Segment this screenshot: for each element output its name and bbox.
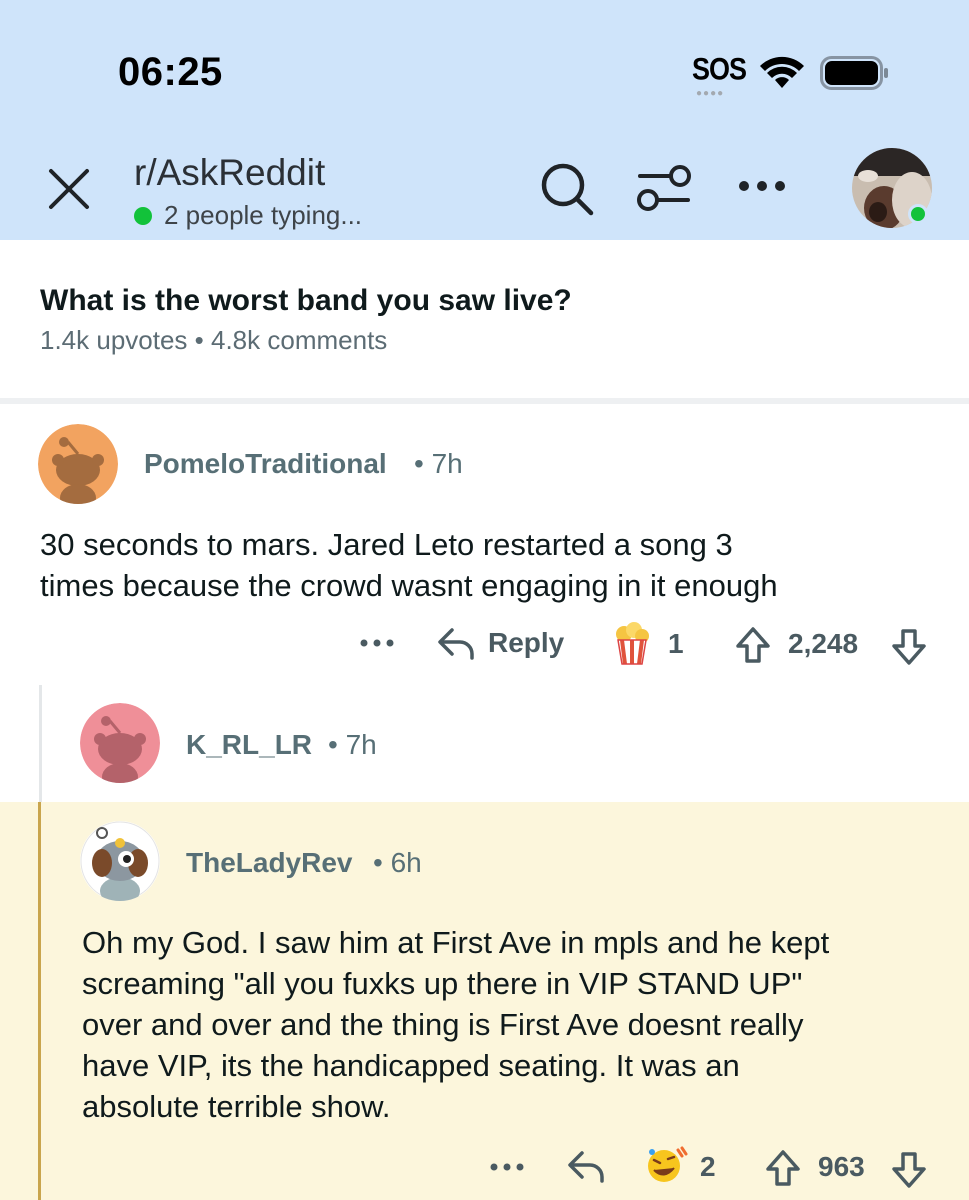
comment-time-value: 7h [345, 729, 377, 760]
more-icon[interactable] [736, 176, 788, 196]
online-status-dot [908, 204, 928, 224]
filter-icon[interactable] [636, 160, 692, 216]
comment-username[interactable]: TheLadyRev [186, 847, 353, 879]
reply-label: Reply [488, 627, 565, 658]
score: 2,248 [788, 628, 859, 659]
meta-separator: • [194, 325, 211, 355]
comment-time-value: 7h [431, 448, 463, 479]
laugh-award-icon[interactable] [644, 1144, 688, 1184]
award-count: 1 [668, 628, 684, 659]
comment-time-value: 6h [390, 847, 422, 878]
post-comments-count: 4.8k comments [211, 325, 388, 355]
comment-line: Oh my God. I saw him at First Ave in mpl… [82, 925, 830, 960]
upvote-icon[interactable] [764, 1149, 802, 1187]
sos-label: SOS [692, 51, 747, 87]
comment-username[interactable]: PomeloTraditional [144, 448, 387, 480]
comment-time: • 6h [373, 847, 422, 878]
comment-time: • 7h [414, 448, 463, 479]
status-time: 06:25 [118, 50, 223, 94]
close-icon[interactable] [46, 166, 92, 212]
battery-icon [820, 56, 888, 90]
avatar[interactable] [38, 424, 118, 504]
downvote-icon[interactable] [890, 628, 928, 666]
comment-line: times because the crowd wasnt engaging i… [40, 568, 778, 603]
avatar[interactable] [80, 821, 160, 901]
comment-line: have VIP, its the handicapped seating. I… [82, 1048, 740, 1083]
signal-dots-icon: ●●●● [696, 88, 725, 99]
avatar[interactable] [80, 703, 160, 783]
sos-indicator: SOS ●●●● [692, 51, 747, 99]
subreddit-name[interactable]: r/AskReddit [134, 152, 325, 194]
typing-indicator: 2 people typing... [134, 200, 362, 231]
post-title[interactable]: What is the worst band you saw live? [40, 284, 572, 318]
more-options-icon[interactable] [490, 1160, 524, 1174]
comment-line: 30 seconds to mars. Jared Leto restarted… [40, 527, 733, 562]
comment-body: Oh my God. I saw him at First Ave in mpl… [82, 922, 829, 1127]
custom-avatar-icon [80, 821, 160, 901]
typing-text: 2 people typing... [164, 200, 363, 230]
divider [0, 398, 969, 404]
more-options-icon[interactable] [360, 636, 394, 650]
post-meta: 1.4k upvotes • 4.8k comments [40, 325, 387, 356]
comment-username[interactable]: K_RL_LR [186, 729, 312, 761]
thread-line[interactable] [39, 685, 42, 805]
score: 963 [818, 1151, 865, 1182]
award-count: 2 [700, 1151, 716, 1182]
reply-icon[interactable] [566, 1147, 606, 1185]
highlight-bar [38, 802, 41, 1200]
reply-button[interactable]: Reply [436, 624, 564, 662]
comment-line: over and over and the thing is First Ave… [82, 1007, 804, 1042]
comment-line: absolute terrible show. [82, 1089, 391, 1124]
comment-time: • 7h [328, 729, 377, 760]
reply-icon [438, 628, 474, 660]
comment-line: screaming "all you fuxks up there in VIP… [82, 966, 803, 1001]
wifi-icon [760, 56, 804, 88]
comment-body: 30 seconds to mars. Jared Leto restarted… [40, 524, 778, 606]
downvote-icon[interactable] [890, 1151, 928, 1189]
search-icon[interactable] [538, 160, 596, 218]
post-upvotes: 1.4k upvotes [40, 325, 188, 355]
snoo-avatar-icon [80, 703, 160, 783]
online-dot-icon [134, 206, 152, 225]
popcorn-award-icon[interactable] [612, 622, 652, 666]
upvote-icon[interactable] [734, 626, 772, 664]
snoo-avatar-icon [38, 424, 118, 504]
